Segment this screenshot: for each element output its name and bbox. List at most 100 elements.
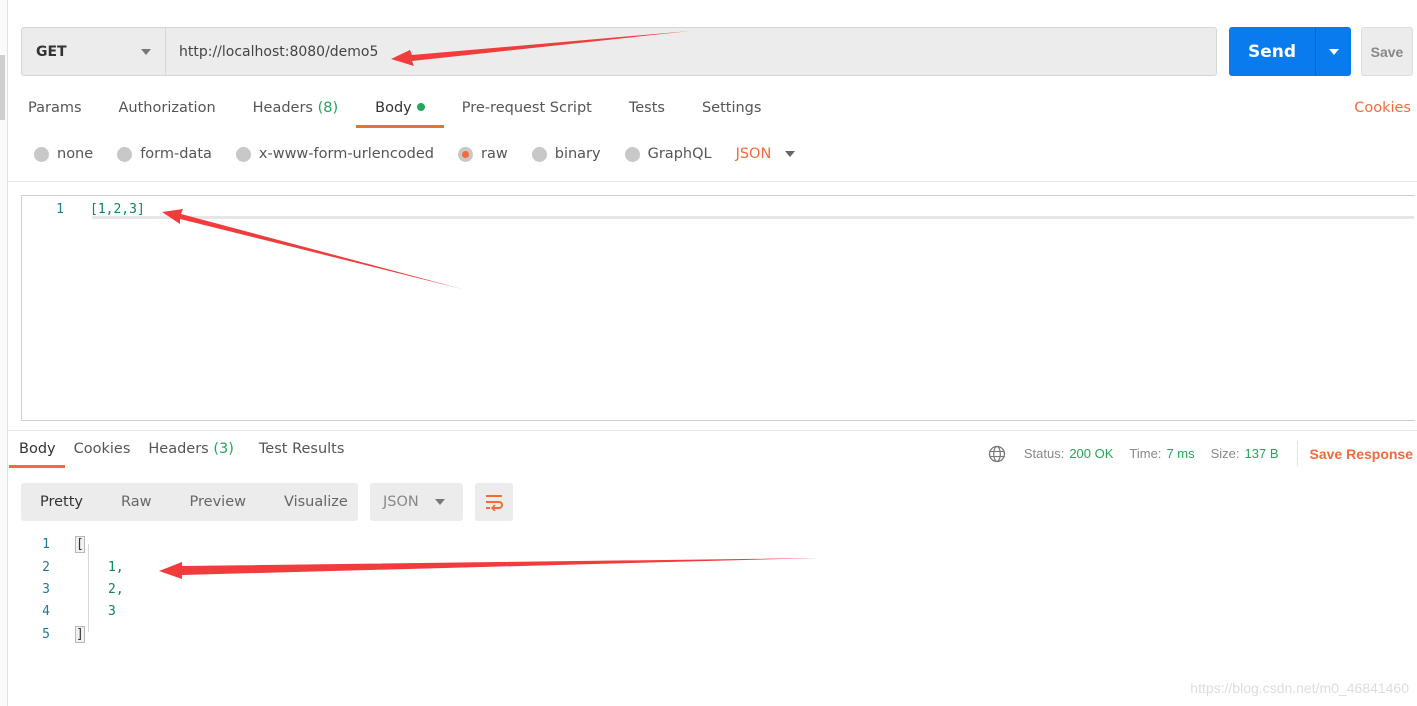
radio-urlencoded[interactable]: x-www-form-urlencoded [235,146,435,162]
tab-label: Cookies [73,441,131,457]
wrap-lines-icon [486,495,503,511]
tab-label: Params [28,100,82,116]
request-body-editor[interactable]: 1 [1,2,3] [21,195,1415,421]
response-format-select[interactable]: JSON [370,483,463,521]
save-response-button[interactable]: Save Response [1310,446,1414,462]
size-value: 137 B [1244,446,1279,461]
tab-params[interactable]: Params [28,100,82,116]
active-tab-underline [9,465,65,468]
line-number: 4 [42,603,50,619]
response-tab-body[interactable]: Body [9,441,65,468]
current-line-highlight [92,199,1414,219]
send-button-group: Send [1229,27,1351,76]
wrap-lines-button[interactable] [475,483,513,521]
status-dot-icon [416,103,425,111]
divider [8,430,1417,431]
line-number: 1 [42,536,50,552]
tab-label: Body [375,100,412,116]
tab-count: (3) [213,441,234,457]
radio-label: x-www-form-urlencoded [258,146,435,162]
tab-settings[interactable]: Settings [702,100,761,116]
radio-none[interactable]: none [34,146,93,162]
response-tab-cookies[interactable]: Cookies [74,441,131,457]
format-label: JSON [383,494,419,510]
size-label: Size: [1210,446,1240,461]
tab-label: Authorization [118,100,216,116]
cookies-link[interactable]: Cookies [1354,100,1411,116]
tab-count: (8) [317,100,339,116]
radio-circle [34,146,49,162]
radio-label: raw [481,146,508,162]
response-tab-test-results[interactable]: Test Results [259,441,345,457]
tab-label: Headers [148,441,209,457]
tab-body[interactable]: Body [356,100,444,128]
code-line: ] [75,625,85,643]
radio-circle [117,146,133,162]
radio-form-data[interactable]: form-data [117,146,212,162]
sidebar-scrollbar[interactable] [0,55,5,120]
tab-label: Headers [252,100,313,116]
tab-label: Tests [628,100,665,116]
tab-label: Pre-request Script [461,100,592,116]
radio-circle-selected [458,146,474,162]
tab-pre-request-script[interactable]: Pre-request Script [462,100,592,116]
code-line: [1,2,3] [90,201,145,217]
response-tab-headers[interactable]: Headers (3) [148,441,234,457]
radio-label: binary [554,146,601,162]
send-options-button[interactable] [1315,27,1351,76]
view-preview-button[interactable]: Preview [190,494,246,510]
body-mode-radios: none form-data x-www-form-urlencoded raw… [34,146,796,162]
line-number: 1 [56,201,64,217]
response-tabs: Body Cookies Headers (3) Test Results [9,441,362,468]
chevron-down-icon [1328,48,1339,55]
tab-headers[interactable]: Headers (8) [253,100,339,116]
view-pretty-button[interactable]: Pretty [40,494,83,510]
tab-label: Settings [701,100,762,116]
divider [8,181,1417,182]
response-body-viewer[interactable]: 1 [ 2 1, 3 2, 4 3 5] [0,534,1417,654]
line-number: 5 [42,626,50,642]
radio-raw[interactable]: raw [458,146,508,162]
view-visualize-button[interactable]: Visualize [284,494,348,510]
url-input[interactable]: http://localhost:8080/demo5 [166,28,378,75]
request-tabs: Params Authorization Headers (8) Body Pr… [28,100,798,128]
time-value: 7 ms [1166,446,1195,461]
radio-circle [531,146,547,162]
radio-label: GraphQL [647,146,712,162]
divider [1296,441,1298,466]
code-line: 1, [108,559,124,575]
globe-icon[interactable] [988,445,1006,463]
method-label: GET [36,43,67,60]
raw-format-label: JSON [735,146,772,162]
tab-tests[interactable]: Tests [629,100,665,116]
tab-label: Body [19,441,56,457]
active-tab-underline [356,125,444,128]
line-number: 2 [42,559,50,575]
chevron-down-icon [435,499,445,505]
line-number: 3 [42,581,50,597]
code-line: 3 [108,603,116,619]
raw-format-select[interactable]: JSON [736,146,796,162]
chevron-down-icon [785,151,796,157]
status-value: 200 OK [1069,446,1114,461]
tab-authorization[interactable]: Authorization [119,100,216,116]
save-button[interactable]: Save [1361,27,1413,76]
radio-binary[interactable]: binary [531,146,601,162]
send-button[interactable]: Send [1229,27,1315,76]
method-select[interactable]: GET [22,28,166,75]
response-meta: Status: 200 OK Time: 7 ms Size: 137 B Save … [988,441,1413,466]
watermark: https://blog.csdn.net/m0_46841460 [1190,680,1409,696]
radio-circle [235,146,251,162]
radio-label: none [57,146,94,162]
status-label: Status: [1023,446,1065,461]
request-bar: GET http://localhost:8080/demo5 [21,27,1217,76]
tab-label: Test Results [258,441,345,457]
code-line: 2, [108,581,124,597]
time-label: Time: [1129,446,1162,461]
view-mode-group: Pretty Raw Preview Visualize [21,483,358,521]
radio-label: form-data [140,146,212,162]
code-line: [ [75,535,85,553]
radio-circle [624,146,640,162]
view-raw-button[interactable]: Raw [121,494,152,510]
radio-graphql[interactable]: GraphQL [624,146,712,162]
